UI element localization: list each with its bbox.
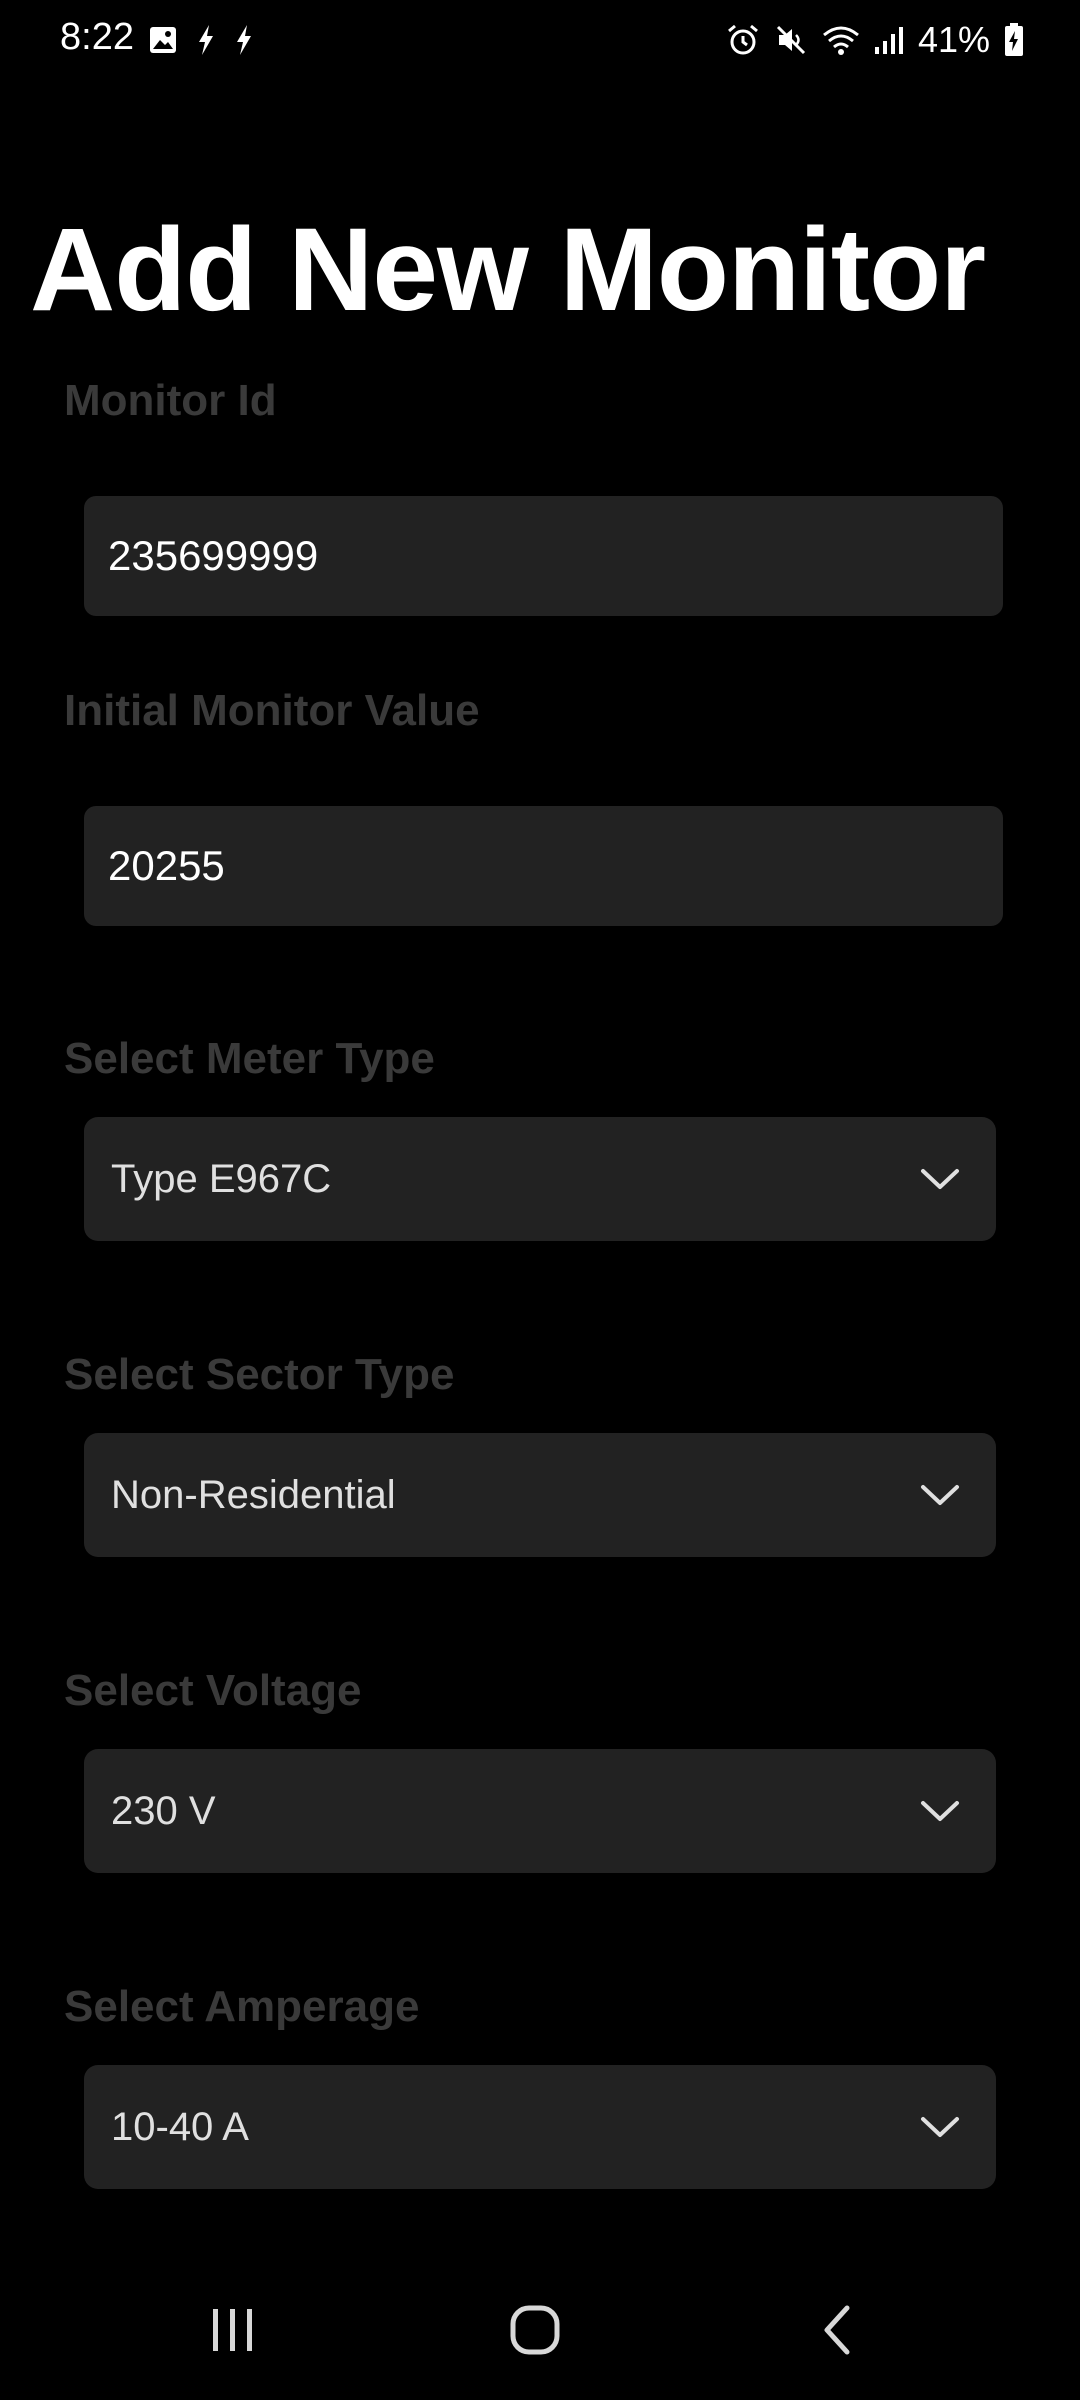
initial-monitor-value-label: Initial Monitor Value xyxy=(64,686,480,735)
status-left-icons xyxy=(148,20,254,60)
back-icon xyxy=(819,2304,855,2356)
recent-apps-button[interactable] xyxy=(193,2290,273,2370)
back-button[interactable] xyxy=(797,2290,877,2370)
amperage-selected: 10-40 A xyxy=(111,2104,249,2149)
status-right-icons: 41% xyxy=(726,18,1024,62)
monitor-id-label: Monitor Id xyxy=(64,376,277,425)
recent-apps-icon xyxy=(209,2307,257,2353)
amperage-label: Select Amperage xyxy=(64,1982,420,2031)
home-icon xyxy=(509,2304,561,2356)
navigation-bar xyxy=(0,2260,1080,2400)
chevron-down-icon xyxy=(920,1799,960,1823)
meter-type-selected: Type E967C xyxy=(111,1156,332,1201)
wifi-icon xyxy=(822,24,860,56)
battery-charging-icon xyxy=(1004,23,1024,57)
monitor-id-input[interactable]: 235699999 xyxy=(84,496,1003,616)
voltage-dropdown[interactable]: 230 V xyxy=(84,1749,996,1873)
chevron-down-icon xyxy=(920,2115,960,2139)
sector-type-selected: Non-Residential xyxy=(111,1472,396,1517)
meter-type-dropdown[interactable]: Type E967C xyxy=(84,1117,996,1241)
signal-icon xyxy=(874,25,904,55)
page-title: Add New Monitor xyxy=(30,204,986,336)
home-button[interactable] xyxy=(495,2290,575,2370)
meter-type-label: Select Meter Type xyxy=(64,1034,435,1083)
status-bar: 8:22 41% xyxy=(0,0,1080,80)
voltage-label: Select Voltage xyxy=(64,1666,362,1715)
initial-monitor-value-value: 20255 xyxy=(108,842,225,889)
alarm-icon xyxy=(726,23,760,57)
mute-icon xyxy=(774,23,808,57)
battery-percent: 41% xyxy=(917,19,990,60)
initial-monitor-value-input[interactable]: 20255 xyxy=(84,806,1003,926)
sector-type-dropdown[interactable]: Non-Residential xyxy=(84,1433,996,1557)
gallery-icon xyxy=(148,25,178,55)
amperage-dropdown[interactable]: 10-40 A xyxy=(84,2065,996,2189)
monitor-id-value: 235699999 xyxy=(108,532,319,579)
status-time: 8:22 xyxy=(60,16,134,58)
sector-type-label: Select Sector Type xyxy=(64,1350,455,1399)
voltage-selected: 230 V xyxy=(111,1788,216,1833)
chevron-down-icon xyxy=(920,1483,960,1507)
bolt-icon xyxy=(196,24,216,56)
chevron-down-icon xyxy=(920,1167,960,1191)
bolt-icon xyxy=(234,24,254,56)
